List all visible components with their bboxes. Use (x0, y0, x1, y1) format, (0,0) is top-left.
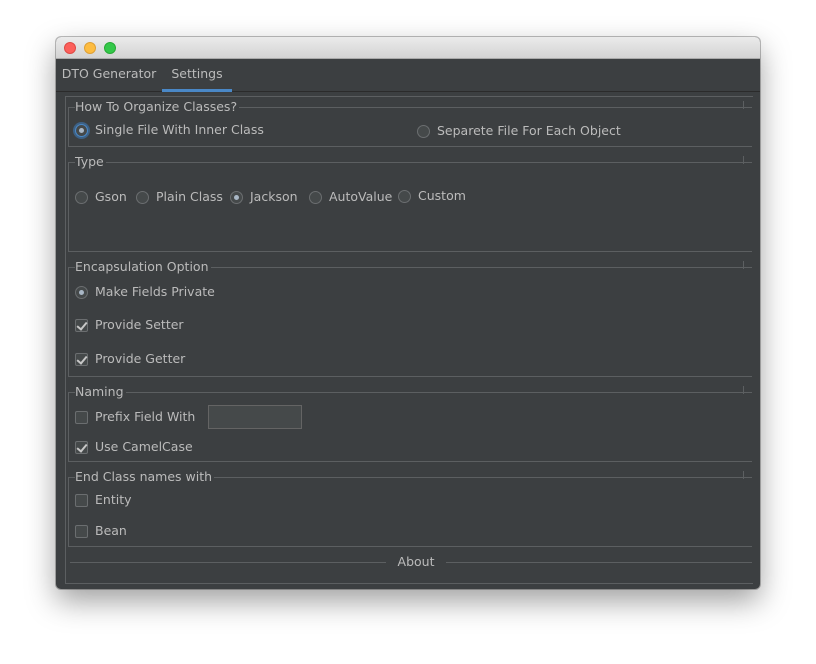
make-fields-private-label: Make Fields Private (95, 284, 215, 299)
type-custom-option[interactable]: Custom (398, 188, 466, 204)
close-window-button[interactable] (64, 42, 76, 54)
prefix-field-label: Prefix Field With (95, 409, 196, 424)
type-gson-option[interactable]: Gson (75, 189, 127, 205)
provide-setter-option[interactable]: Provide Setter (75, 317, 184, 333)
type-plain-class-radio[interactable] (136, 190, 149, 204)
separate-file-radio[interactable] (417, 124, 430, 138)
make-fields-private-option[interactable]: Make Fields Private (75, 284, 215, 300)
prefix-field-row: Prefix Field With (75, 405, 303, 429)
prefix-field-option[interactable]: Prefix Field With (75, 409, 195, 425)
single-file-option[interactable]: Single File With Inner Class (75, 122, 264, 138)
type-custom-radio[interactable] (398, 189, 411, 203)
prefix-input[interactable] (208, 405, 303, 429)
organize-classes-legend: How To Organize Classes? (75, 99, 240, 115)
entity-option[interactable]: Entity (75, 492, 132, 508)
tab-dto-generator[interactable]: DTO Generator (60, 59, 158, 91)
type-autovalue-option[interactable]: AutoValue (309, 189, 392, 205)
provide-getter-option[interactable]: Provide Getter (75, 351, 185, 367)
class-suffix-group: End Class names with Entity Bean (68, 469, 752, 547)
type-plain-class-label: Plain Class (156, 189, 223, 204)
bean-checkbox[interactable] (75, 524, 88, 538)
separate-file-label: Separete File For Each Object (437, 123, 621, 138)
class-suffix-legend: End Class names with (75, 469, 215, 485)
type-jackson-radio[interactable] (230, 190, 243, 204)
separate-file-option[interactable]: Separete File For Each Object (417, 123, 621, 139)
type-autovalue-radio[interactable] (309, 190, 322, 204)
use-camelcase-label: Use CamelCase (95, 439, 193, 454)
single-file-label: Single File With Inner Class (95, 122, 264, 137)
use-camelcase-checkbox[interactable] (75, 440, 88, 454)
title-bar (56, 37, 760, 59)
use-camelcase-option[interactable]: Use CamelCase (75, 439, 193, 455)
naming-legend: Naming (75, 384, 126, 400)
type-legend: Type (75, 154, 106, 170)
type-jackson-label: Jackson (250, 189, 298, 204)
type-custom-label: Custom (418, 188, 466, 203)
prefix-field-checkbox[interactable] (75, 410, 88, 424)
tab-bar: DTO Generator Settings (56, 59, 760, 92)
make-fields-private-radio[interactable] (75, 285, 88, 299)
type-autovalue-label: AutoValue (329, 189, 393, 204)
tab-settings[interactable]: Settings (162, 59, 232, 92)
type-jackson-option[interactable]: Jackson (230, 189, 298, 205)
minimize-window-button[interactable] (84, 42, 96, 54)
organize-classes-group: How To Organize Classes? Single File Wit… (68, 99, 752, 147)
encapsulation-group: Encapsulation Option Make Fields Private… (68, 259, 752, 377)
provide-getter-checkbox[interactable] (75, 352, 88, 366)
settings-window: DTO Generator Settings How To Organize C… (56, 37, 760, 589)
single-file-radio[interactable] (75, 123, 88, 137)
naming-group: Naming Prefix Field With Use CamelCase (68, 384, 752, 462)
type-gson-radio[interactable] (75, 190, 88, 204)
provide-setter-checkbox[interactable] (75, 318, 88, 332)
provide-setter-label: Provide Setter (95, 317, 184, 332)
entity-label: Entity (95, 492, 132, 507)
maximize-window-button[interactable] (104, 42, 116, 54)
type-gson-label: Gson (95, 189, 127, 204)
entity-checkbox[interactable] (75, 493, 88, 507)
provide-getter-label: Provide Getter (95, 351, 186, 366)
bean-option[interactable]: Bean (75, 523, 127, 539)
type-plain-class-option[interactable]: Plain Class (136, 189, 223, 205)
encapsulation-legend: Encapsulation Option (75, 259, 211, 275)
about-button[interactable]: About (386, 554, 446, 570)
bean-label: Bean (95, 523, 127, 538)
type-group: Type Gson Plain Class Jackson AutoValue … (68, 154, 752, 252)
